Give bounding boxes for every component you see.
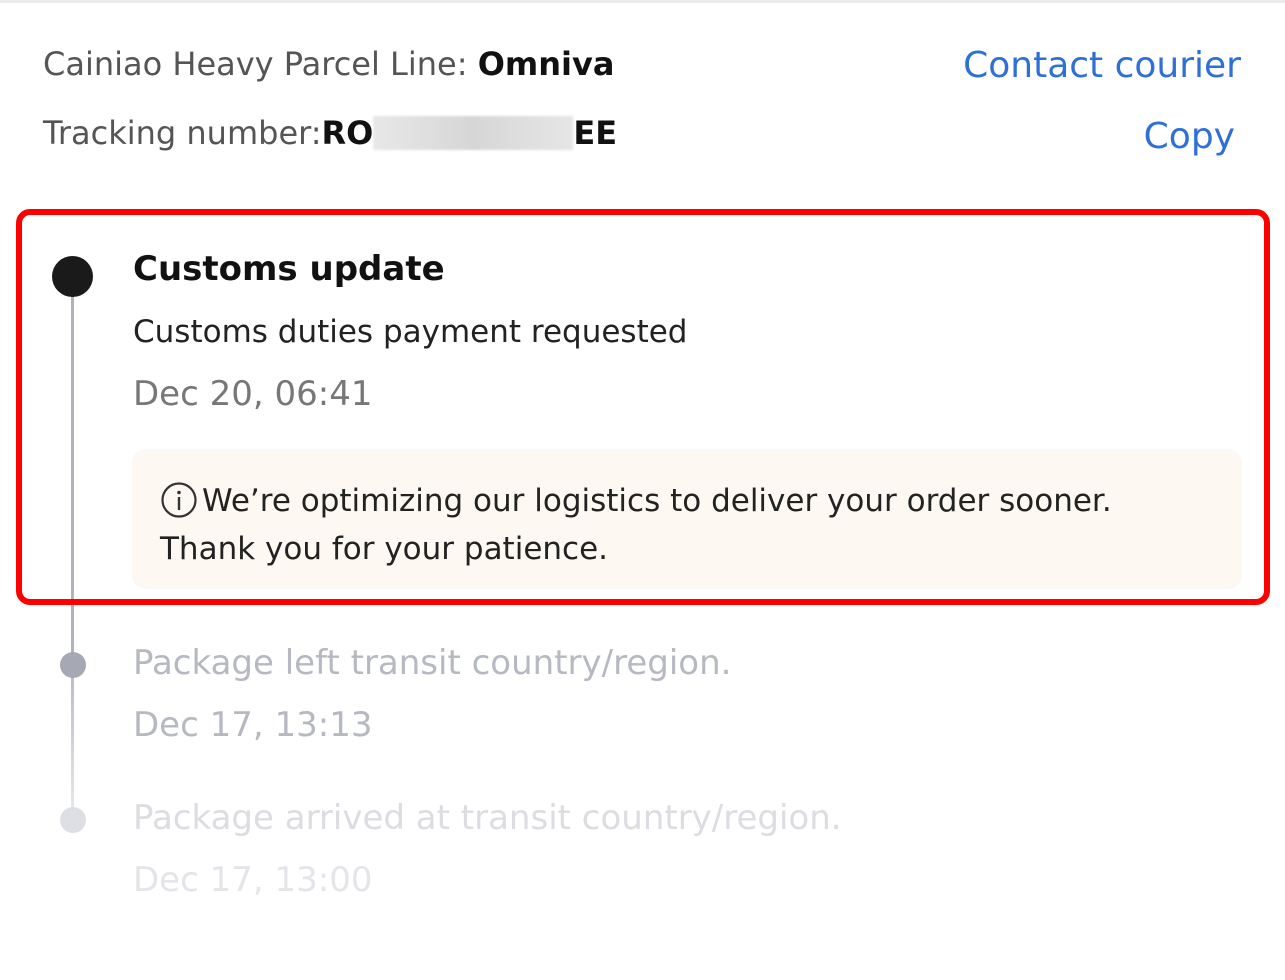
tracking-number-start: RO <box>321 114 374 152</box>
copy-button[interactable]: Copy <box>1144 116 1235 157</box>
contact-courier-link[interactable]: Contact courier <box>963 45 1241 86</box>
event-time: Dec 17, 13:00 <box>133 860 373 900</box>
highlight-box <box>16 209 1270 605</box>
top-divider <box>0 0 1285 3</box>
tracking-number-end: EE <box>573 114 618 152</box>
event-title: Package arrived at transit country/regio… <box>133 798 842 838</box>
tracking-prefix: Tracking number: <box>43 114 322 152</box>
event-title: Package left transit country/region. <box>133 643 732 683</box>
tracking-page: Cainiao Heavy Parcel Line: Omniva Contac… <box>0 0 1285 980</box>
timeline-dot <box>60 652 86 678</box>
timeline-dot <box>60 807 86 833</box>
tracking-number-line: Tracking number: RO EE <box>43 114 617 152</box>
event-time: Dec 17, 13:13 <box>133 705 373 745</box>
carrier-prefix: Cainiao Heavy Parcel Line: <box>43 45 478 83</box>
redacted-tracking-segment <box>373 116 574 150</box>
carrier-name: Omniva <box>477 45 615 83</box>
carrier-line: Cainiao Heavy Parcel Line: Omniva <box>43 45 614 83</box>
timeline-connector <box>71 665 74 815</box>
